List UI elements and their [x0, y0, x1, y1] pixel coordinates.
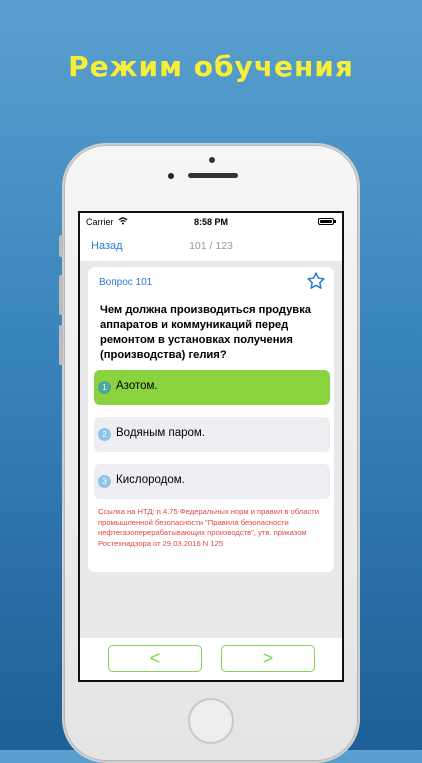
earpiece-speaker [188, 173, 238, 178]
regulation-reference: Ссылка на НТД: п.4.75 Федеральных норм и… [98, 507, 319, 548]
next-question-button[interactable]: > [221, 645, 315, 672]
answer-label: Водяным паром. [116, 427, 205, 439]
mute-switch [59, 235, 63, 257]
volume-down-button [59, 325, 63, 365]
answer-label: Азотом. [116, 380, 158, 392]
battery-icon [318, 218, 336, 225]
favorite-star-icon[interactable] [306, 271, 326, 297]
answer-number-badge: 3 [98, 475, 111, 488]
front-camera [168, 173, 174, 179]
question-number: Вопрос 101 [99, 277, 153, 288]
sensor-dot [209, 157, 215, 163]
answer-option-2[interactable]: 2 Водяным паром. [94, 417, 330, 452]
answer-option-1[interactable]: 1 Азотом. [94, 370, 330, 405]
question-counter: 101 / 123 [189, 240, 233, 252]
question-text: Чем должна производиться продувка аппара… [100, 304, 312, 361]
previous-question-button[interactable]: < [108, 645, 202, 672]
navigation-bar: Назад 101 / 123 [80, 231, 342, 261]
question-area: Вопрос 101 Чем должна производиться прод… [80, 261, 342, 638]
answer-option-3[interactable]: 3 Кислородом. [94, 464, 330, 499]
answer-label: Кислородом. [116, 474, 185, 486]
status-bar: Carrier 8:58 PM [80, 213, 342, 231]
phone-frame: Carrier 8:58 PM Назад 101 / 123 Вопрос 1… [59, 143, 360, 763]
answer-number-badge: 1 [98, 381, 111, 394]
question-card: Вопрос 101 Чем должна производиться прод… [88, 267, 334, 572]
home-button[interactable] [188, 698, 234, 744]
volume-up-button [59, 275, 63, 315]
promo-headline: Режим обучения [68, 50, 354, 83]
answer-number-badge: 2 [98, 428, 111, 441]
bottom-navigation: < > [80, 638, 342, 680]
app-screen: Carrier 8:58 PM Назад 101 / 123 Вопрос 1… [78, 211, 344, 682]
status-time: 8:58 PM [193, 217, 228, 227]
